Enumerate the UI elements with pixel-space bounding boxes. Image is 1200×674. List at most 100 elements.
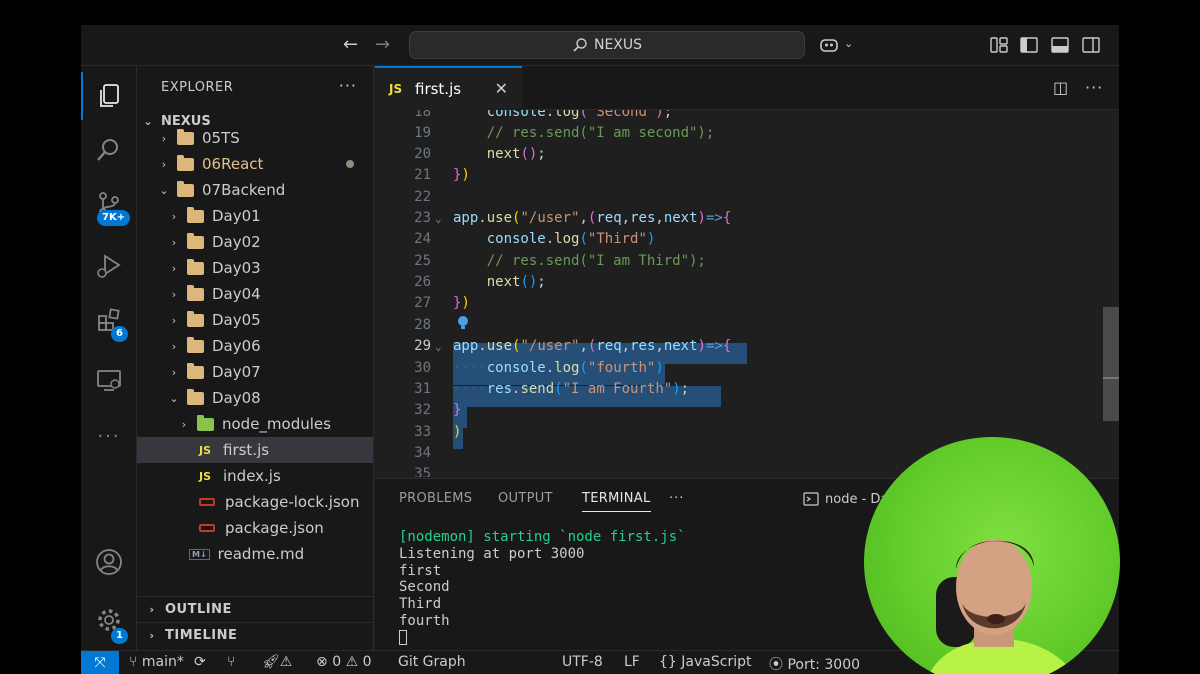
tree-item-file[interactable]: package-lock.json [137,489,373,515]
toggle-secondary-sidebar-icon[interactable] [1081,35,1101,55]
explorer-sidebar: EXPLORER ··· ⌄ NEXUS › 05TS › 06React ⌄ … [137,66,374,650]
tree-item-label: 06React [202,155,264,173]
tab-first-js[interactable]: JS first.js ✕ [375,66,522,110]
eol-indicator[interactable]: LF [624,654,640,670]
terminal-line: [nodemon] starting `node first.js` [399,529,686,545]
encoding-indicator[interactable]: UTF-8 [562,654,603,670]
folder-icon [187,284,204,301]
customize-layout-icon[interactable] [989,35,1009,55]
terminal-line: Listening at port 3000 [399,545,585,562]
tree-item-folder[interactable]: › Day02 [137,229,373,255]
command-center-search[interactable]: NEXUS [409,31,805,59]
git-compare-icon[interactable]: ⑂ [227,654,235,670]
forward-arrow-icon[interactable]: → [375,34,390,55]
terminal-instance[interactable]: node - Da [803,491,888,507]
accounts-activity[interactable] [81,538,137,586]
tree-item-folder[interactable]: › 06React [137,151,373,177]
code-line: 28 [375,315,1119,336]
source-control-badge: 7K+ [97,210,131,226]
code-line: 22 [375,187,1119,208]
line-number: 34 [414,445,431,461]
toggle-panel-icon[interactable] [1050,35,1070,55]
terminal-output[interactable]: [nodemon] starting `node first.js` Liste… [399,529,686,647]
tree-item-label: Day06 [212,337,261,355]
tree-item-folder[interactable]: ⌄ 07Backend [137,177,373,203]
back-arrow-icon[interactable]: ← [343,34,358,55]
code-line: 18 console.log("Second"); [375,110,1119,123]
tree-item-file-selected[interactable]: JS first.js [137,437,373,463]
more-actions-icon[interactable]: ··· [669,491,684,506]
lightbulb-icon[interactable] [457,315,471,331]
remote-explorer-activity[interactable] [81,356,137,404]
line-number: 26 [414,274,431,290]
language-indicator[interactable]: {} JavaScript [659,654,751,670]
source-control-activity[interactable]: 7K+ [81,180,137,228]
chevron-right-icon: › [171,261,177,275]
settings-badge: 1 [111,628,128,644]
remote-indicator-icon[interactable]: ⤧ [81,651,119,674]
tree-item-folder[interactable]: › node_modules [137,411,373,437]
more-actions-icon[interactable]: ··· [339,76,357,95]
explorer-activity[interactable] [81,72,137,120]
tree-item-file[interactable]: M↓ readme.md [137,541,373,567]
tree-item-folder[interactable]: › Day06 [137,333,373,359]
sync-icon[interactable]: ⟳ [194,654,206,670]
code-line: 20 next(); [375,144,1119,165]
tree-item-folder[interactable]: › 05TS [137,125,373,151]
chevron-down-icon[interactable]: ⌄ [844,37,853,50]
code-line: 27}) [375,293,1119,314]
presenter-video [929,539,1075,674]
terminal-line: Third [399,596,442,613]
code-editor[interactable]: 18 console.log("Second"); 19 // res.send… [375,110,1119,477]
chevron-right-icon: › [171,287,177,301]
run-debug-icon [97,254,121,278]
deploy-rocket-icon[interactable]: 🚀︎⚠ [262,654,292,670]
folder-open-icon [177,180,194,197]
timeline-label: TIMELINE [165,628,238,643]
tree-item-folder[interactable]: › Day03 [137,255,373,281]
tree-item-file[interactable]: package.json [137,515,373,541]
error-icon: ⊗ [316,654,328,670]
problems-indicator[interactable]: ⊗ 0 ⚠ 0 [316,654,372,670]
more-actions-icon[interactable]: ··· [1085,78,1103,97]
line-number: 32 [414,402,431,418]
code-line: 24 console.log("Third") [375,229,1119,250]
tree-item-folder[interactable]: › Day05 [137,307,373,333]
extensions-activity[interactable]: 6 [81,296,137,344]
port-label: Port: 3000 [787,657,861,673]
close-icon[interactable]: ✕ [495,79,508,98]
toggle-sidebar-icon[interactable] [1019,35,1039,55]
node-modules-folder-icon [197,414,214,431]
tab-terminal[interactable]: TERMINAL [582,491,651,512]
chevron-right-icon: › [161,131,167,145]
copilot-icon[interactable] [819,35,839,55]
tree-item-label: Day03 [212,259,261,277]
timeline-section[interactable]: › TIMELINE [137,622,373,648]
tree-item-folder[interactable]: › Day01 [137,203,373,229]
line-number: 35 [414,466,431,477]
manage-activity[interactable]: 1 [81,596,137,644]
chevron-right-icon: › [181,417,187,431]
chevron-right-icon: › [171,313,177,327]
git-graph-button[interactable]: Git Graph [398,654,466,670]
line-number: 33 [414,424,431,440]
tree-item-folder[interactable]: ⌄ Day08 [137,385,373,411]
line-number: 28 [414,317,431,333]
tree-item-label: first.js [223,441,270,459]
broadcast-icon: ⦿ [769,657,783,673]
tab-problems[interactable]: PROBLEMS [399,491,472,506]
split-editor-icon[interactable]: ◫ [1053,78,1068,97]
port-indicator[interactable]: ⦿ Port: 3000 [769,654,860,674]
search-activity[interactable] [81,126,137,174]
tab-output[interactable]: OUTPUT [498,491,553,506]
tree-item-file[interactable]: JS index.js [137,463,373,489]
code-line: 31 ····res.send("I am Fourth"); [375,379,1119,400]
run-debug-activity[interactable] [81,242,137,290]
tree-item-folder[interactable]: › Day07 [137,359,373,385]
more-activity-icon[interactable]: ··· [81,412,137,460]
outline-section[interactable]: › OUTLINE [137,596,373,622]
branch-indicator[interactable]: ⑂ main* [129,654,184,670]
editor-scrollbar-thumb[interactable] [1103,307,1119,421]
npm-file-icon [199,498,215,506]
tree-item-folder[interactable]: › Day04 [137,281,373,307]
